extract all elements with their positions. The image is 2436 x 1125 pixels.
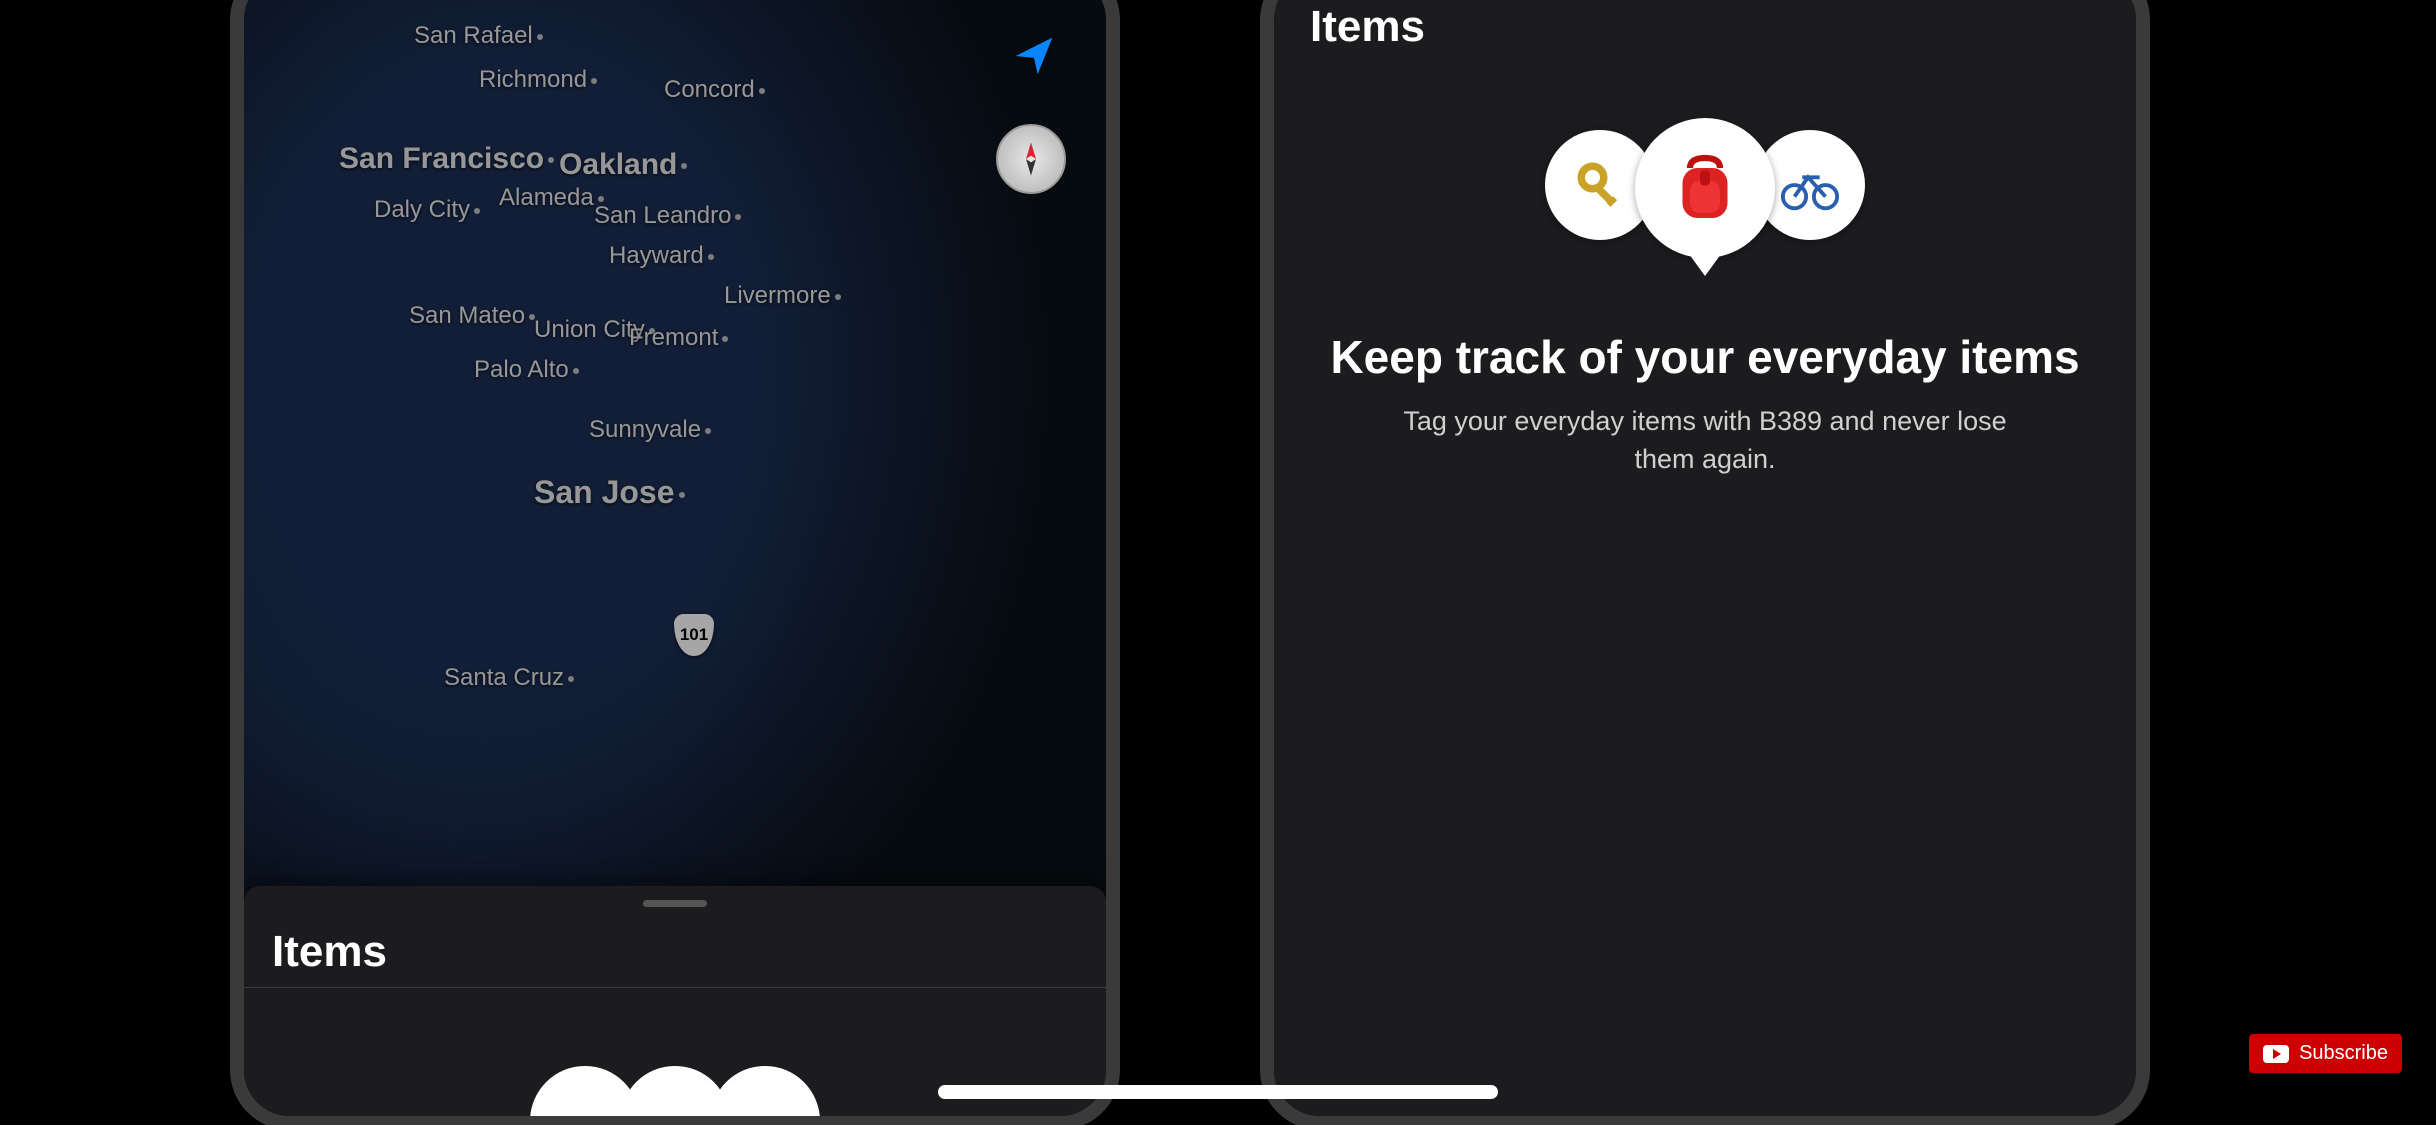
highway-shield-icon: 101 [674,614,714,656]
hero-section: Keep track of your everyday items Tag yo… [1274,110,2136,479]
sheet-item-bubbles [540,1066,810,1125]
hero-title: Keep track of your everyday items [1330,330,2079,385]
map-city-label: San Rafael [414,22,543,50]
map-city-label: Oakland [559,148,687,182]
page-title: Items [1274,0,2136,70]
item-bubble [530,1066,640,1125]
hero-subtitle: Tag your everyday items with B389 and ne… [1385,403,2025,479]
sheet-grabber[interactable] [643,900,707,907]
item-bubble-row [1545,110,1865,290]
map-city-label: San Jose [534,474,685,511]
map-city-label: San Francisco [339,142,554,176]
left-phone-frame: San Rafael Richmond Concord San Francisc… [230,0,1120,1125]
divider [244,987,1106,988]
map-city-label: Richmond [479,66,597,94]
map-city-label: Hayward [609,242,714,270]
map-city-label: San Leandro [594,202,741,230]
map-city-label: Palo Alto [474,356,579,384]
items-onboarding-screen: Items [1274,0,2136,1116]
items-bottom-sheet[interactable]: Items [244,886,1106,1116]
subscribe-button[interactable]: Subscribe [2249,1034,2402,1073]
highway-label: 101 [680,625,708,645]
backpack-icon [1635,118,1775,258]
item-bubble [620,1066,730,1125]
map-city-label: Fremont [629,324,728,352]
map-city-label: Santa Cruz [444,664,574,692]
right-phone-frame: Items [1260,0,2150,1125]
map-city-label: San Mateo [409,302,535,330]
item-bubble [710,1066,820,1125]
map-city-label: Daly City [374,196,480,224]
sheet-title: Items [272,927,1078,977]
youtube-icon [2263,1045,2289,1063]
map-city-label: Concord [664,76,765,104]
video-progress-indicator[interactable] [938,1085,1498,1099]
compass-button[interactable] [996,124,1066,194]
map-city-label: Livermore [724,282,841,310]
map-city-label: Alameda [499,184,604,212]
subscribe-label: Subscribe [2299,1042,2388,1065]
map-city-label: Sunnyvale [589,416,711,444]
location-arrow-icon[interactable] [1012,34,1056,89]
